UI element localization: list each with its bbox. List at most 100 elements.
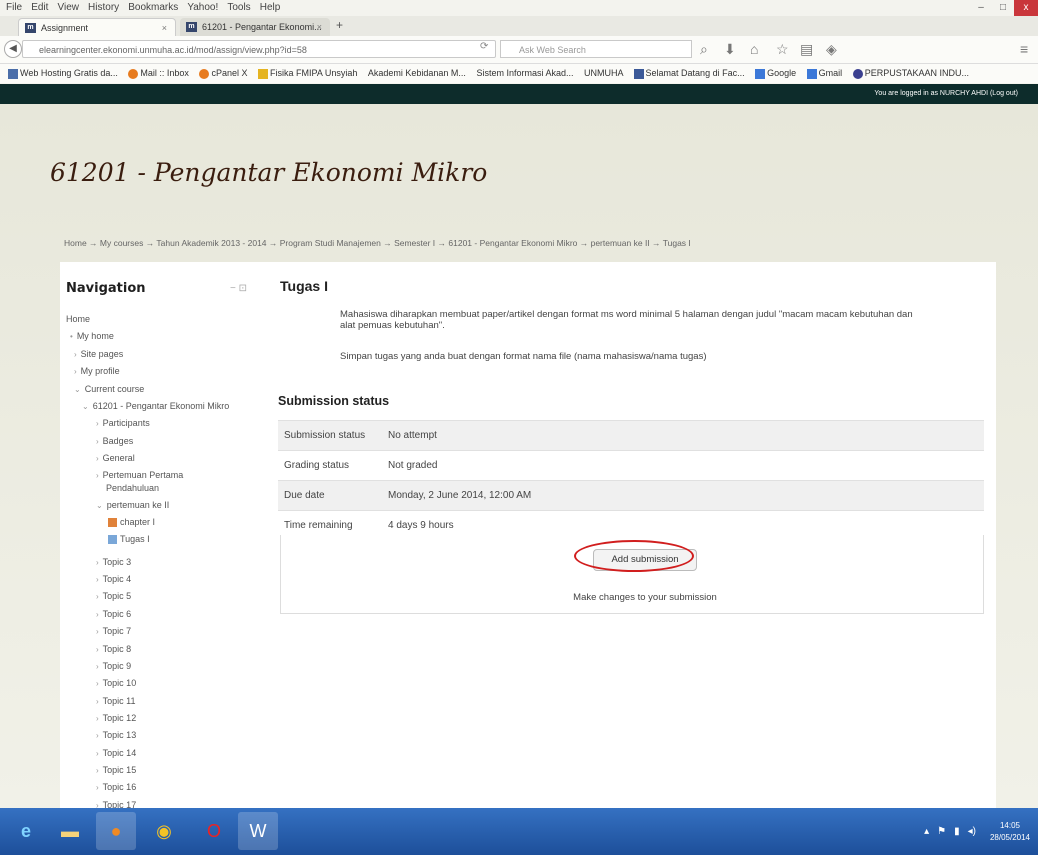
volume-icon[interactable]: ◂) [968,826,976,837]
nav-item[interactable]: › Topic 10 [96,678,136,688]
tab-course[interactable]: m 61201 - Pengantar Ekonomi... × [180,18,330,36]
bookmark-item[interactable]: Akademi Kebidanan M... [368,68,466,78]
bookmark-item[interactable]: Fisika FMIPA Unsyiah [257,68,357,79]
back-icon[interactable]: ◀ [4,40,22,58]
nav-item[interactable]: Home [66,314,90,324]
menu-view[interactable]: View [57,0,79,16]
tab-assignment[interactable]: m Assignment × [18,18,176,36]
menu-help[interactable]: Help [260,0,281,16]
tray-arrow-icon[interactable]: ▴ [924,826,929,837]
row-value: Not graded [388,450,984,481]
nav-item-label: Pendahuluan [106,483,160,493]
bookmark-item[interactable]: PERPUSTAKAAN INDU... [852,68,969,79]
nav-item[interactable]: › Topic 14 [96,748,136,758]
bookmark-favicon-icon [128,68,139,79]
menu-yahoo[interactable]: Yahoo! [187,0,218,16]
nav-arrow-icon: › [96,766,99,775]
menu-bookmarks[interactable]: Bookmarks [128,0,178,16]
nav-item[interactable]: › General [96,453,135,463]
downloads-icon[interactable]: ⬇ [724,40,736,58]
nav-item[interactable]: › Topic 12 [96,713,136,723]
bookmark-item[interactable]: UNMUHA [584,68,623,78]
flag-icon[interactable]: ⚑ [937,826,946,837]
bookmark-item[interactable]: Sistem Informasi Akad... [476,68,573,78]
nav-item-label: Topic 13 [102,730,137,740]
row-label: Submission status [278,420,388,451]
pocket-icon[interactable]: ◈ [826,40,837,58]
nav-item[interactable]: ⌄ pertemuan ke II [96,500,169,510]
file-explorer-icon[interactable]: ▬ [50,812,90,850]
close-window-button[interactable]: x [1014,0,1038,16]
nav-arrow-icon: › [96,783,99,792]
bookmark-item[interactable]: Mail :: Inbox [128,68,189,79]
nav-item[interactable]: › My profile [74,366,120,376]
menu-icon[interactable]: ≡ [1020,40,1028,58]
new-tab-button[interactable]: + [336,18,343,32]
reload-icon[interactable]: ⟳ [480,41,488,52]
minimize-button[interactable]: – [970,0,992,16]
maximize-button[interactable]: □ [992,0,1014,16]
nav-arrow-icon: › [96,714,99,723]
nav-item[interactable]: › Topic 9 [96,661,131,671]
word-icon[interactable]: W [238,812,278,850]
internet-explorer-icon[interactable]: e [6,812,46,850]
nav-item[interactable]: › Badges [96,436,133,446]
assignment-description: Mahasiswa diharapkan membuat paper/artik… [340,309,913,331]
nav-item[interactable]: Tugas I [108,534,150,545]
nav-item[interactable]: › Topic 4 [96,574,131,584]
assignment-title: Tugas I [280,278,328,294]
nav-arrow-icon: › [96,592,99,601]
opera-icon[interactable]: O [194,812,234,850]
tab-close-icon[interactable]: × [317,18,322,36]
nav-item[interactable]: › Topic 7 [96,626,131,636]
nav-item-label: My home [76,331,114,341]
bookmark-item[interactable]: Selamat Datang di Fac... [633,68,745,79]
bookmark-item[interactable]: Gmail [806,68,842,79]
nav-item[interactable]: › Topic 5 [96,591,131,601]
tab-close-icon[interactable]: × [162,19,167,37]
bookmark-star-icon[interactable]: ☆ [776,40,789,58]
bookmark-item[interactable]: Web Hosting Gratis da... [8,68,118,79]
url-input[interactable]: elearningcenter.ekonomi.unmuha.ac.id/mod… [22,40,496,58]
nav-arrow-icon: › [96,749,99,758]
nav-item[interactable]: › Topic 15 [96,765,136,775]
nav-arrow-icon: › [96,454,99,463]
nav-item-label: Participants [102,418,150,428]
nav-item[interactable]: › Participants [96,418,150,428]
login-info[interactable]: You are logged in as NURCHY AHDI (Log ou… [874,90,1018,97]
menu-history[interactable]: History [88,0,119,16]
nav-item[interactable]: chapter I [108,517,155,528]
nav-item[interactable]: › Site pages [74,349,123,359]
network-icon[interactable]: ▮ [954,826,960,837]
nav-item[interactable]: • My home [70,331,114,341]
nav-item[interactable]: › Topic 13 [96,730,136,740]
nav-item[interactable]: ⌄ 61201 - Pengantar Ekonomi Mikro [82,401,229,411]
firefox-icon[interactable]: ● [96,812,136,850]
facebook-icon [633,68,644,79]
clock[interactable]: 14:05 28/05/2014 [990,820,1030,844]
nav-item[interactable]: › Topic 8 [96,644,131,654]
nav-item[interactable]: › Topic 6 [96,609,131,619]
nav-item[interactable]: Pendahuluan [106,483,159,493]
nav-arrow-icon: › [96,627,99,636]
nav-item[interactable]: › Topic 11 [96,696,136,706]
menu-edit[interactable]: Edit [31,0,48,16]
chrome-icon[interactable]: ◉ [144,812,184,850]
bookmarks-list-icon[interactable]: ▤ [800,40,813,58]
nav-item[interactable]: ⌄ Current course [74,384,144,394]
home-icon[interactable]: ⌂ [750,40,758,58]
bookmark-item[interactable]: cPanel X [199,68,247,79]
search-icon[interactable]: ⌕ [700,40,708,58]
nav-item[interactable]: › Topic 3 [96,557,131,567]
row-value: Monday, 2 June 2014, 12:00 AM [388,480,984,511]
menu-tools[interactable]: Tools [227,0,250,16]
nav-item-label: Current course [84,384,145,394]
menu-file[interactable]: File [6,0,22,16]
search-input[interactable]: Ask Web Search [500,40,692,58]
nav-item[interactable]: › Topic 16 [96,782,136,792]
google-icon [755,68,766,79]
block-controls-icon[interactable]: − ⊡ [230,283,247,294]
bookmark-item[interactable]: Google [755,68,796,79]
breadcrumb[interactable]: Home → My courses → Tahun Akademik 2013 … [64,238,691,248]
nav-item[interactable]: › Pertemuan Pertama [96,470,183,480]
